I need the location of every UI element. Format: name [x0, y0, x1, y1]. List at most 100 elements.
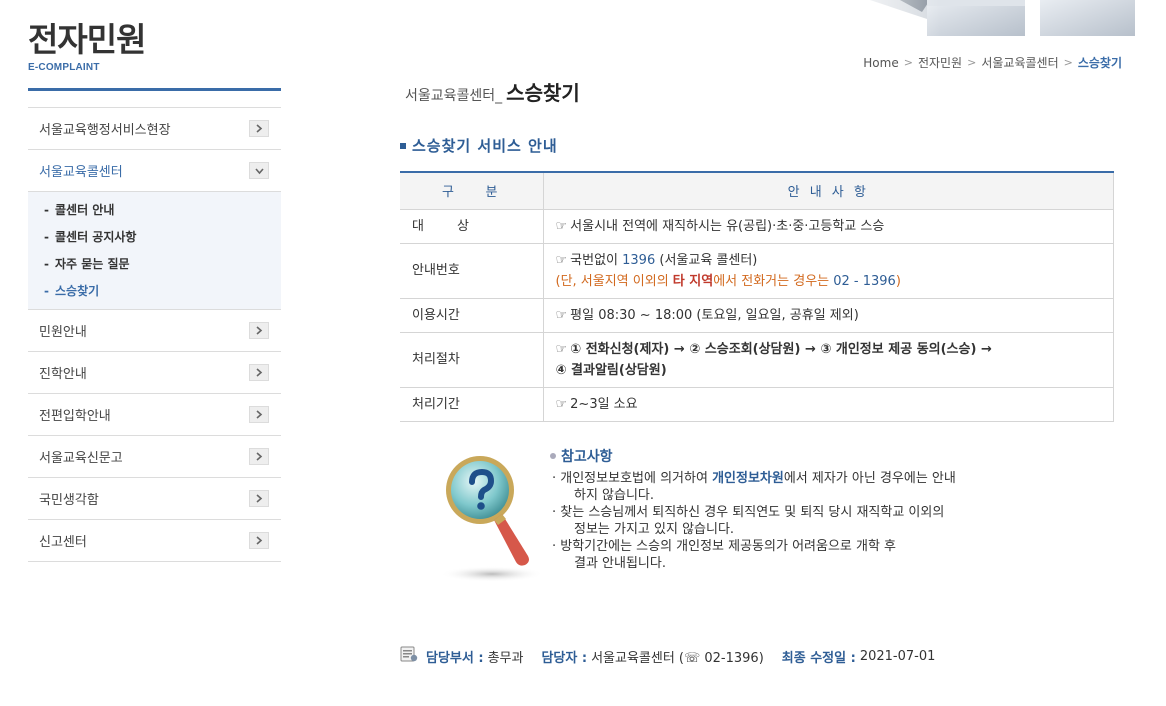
sidebar-menu: 서울교육행정서비스현장 서울교육콜센터 - 콜센터 안내 - 콜센터 공지사항 … — [28, 107, 281, 562]
reference-content: 참고사항 · 개인정보보호법에 의거하여 개인정보차원에서 제자가 아닌 경우에… — [550, 446, 1050, 572]
person-value: 서울교육콜센터 (☏ 02-1396) — [591, 650, 764, 666]
row-label-period: 처리기간 — [400, 387, 544, 422]
row-label-hours: 이용시간 — [400, 298, 544, 333]
row-text: 2~3일 소요 — [570, 396, 638, 412]
row-value: ☞ ① 전화신청(제자) → ② 스승조회(상담원) → ③ 개인정보 제공 동의… — [543, 332, 1114, 388]
table-row: 처리기간 ☞ 2~3일 소요 — [400, 387, 1114, 422]
pointing-hand-icon: ☞ — [555, 396, 568, 412]
reference-item: · 방학기간에는 스승의 개인정보 제공동의가 어려움으로 개학 후 결과 안내… — [550, 538, 1050, 572]
reference-section: 참고사항 · 개인정보보호법에 의거하여 개인정보차원에서 제자가 아닌 경우에… — [432, 440, 1072, 590]
submenu-item-faq[interactable]: - 자주 묻는 질문 — [28, 250, 281, 277]
sidebar-item-label: 전편입학안내 — [39, 409, 111, 424]
pointing-hand-icon: ☞ — [555, 218, 568, 234]
breadcrumb-separator: > — [1063, 56, 1073, 69]
reference-title-text: 참고사항 — [561, 449, 613, 465]
sidebar-item-label: 진학안내 — [39, 367, 87, 382]
person-label: 담당자 : — [541, 650, 588, 666]
chevron-right-icon — [249, 532, 269, 549]
reference-text: 결과 안내됩니다. — [574, 556, 666, 571]
phone-number: 1396 — [622, 252, 656, 268]
pointing-hand-icon: ☞ — [555, 341, 568, 357]
submenu-item-notice[interactable]: - 콜센터 공지사항 — [28, 223, 281, 250]
row-label-target: 대 상 — [400, 209, 544, 244]
chevron-right-icon — [249, 120, 269, 137]
reference-item: · 개인정보보호법에 의거하여 개인정보차원에서 제자가 아닌 경우에는 안내 … — [550, 470, 1050, 504]
submenu-item-label: 콜센터 공지사항 — [54, 230, 137, 244]
dept-value: 총무과 — [487, 650, 524, 666]
dash-marker: - — [44, 229, 49, 244]
sidebar-item-label: 서울교육콜센터 — [39, 165, 123, 180]
page-footer: 담당부서 : 총무과 담당자 : 서울교육콜센터 (☏ 02-1396) 최종 … — [400, 646, 935, 666]
breadcrumb-home[interactable]: Home — [863, 56, 898, 70]
sidebar-item-label: 민원안내 — [39, 325, 87, 340]
header-category: 구 분 — [400, 171, 544, 210]
sidebar-title: 전자민원 — [28, 20, 146, 59]
sidebar-item-label: 서울교육신문고 — [39, 451, 123, 466]
row-text: 서울시내 전역에 재직하시는 유(공립)·초·중·고등학교 스승 — [570, 218, 885, 234]
breadcrumb: Home > 전자민원 > 서울교육콜센터 > 스승찾기 — [863, 54, 1122, 71]
submenu-item-callcenter-guide[interactable]: - 콜센터 안내 — [28, 196, 281, 223]
paren-close: ) — [895, 273, 901, 289]
table-row: 처리절차 ☞ ① 전화신청(제자) → ② 스승조회(상담원) → ③ 개인정보 … — [400, 332, 1114, 388]
square-bullet-icon — [400, 142, 406, 149]
sidebar-item-report-center[interactable]: 신고센터 — [28, 520, 281, 562]
chevron-right-icon — [249, 364, 269, 381]
reference-text: 정보는 가지고 있지 않습니다. — [574, 522, 735, 537]
sidebar-subtitle: E-COMPLAINT — [28, 62, 100, 73]
dash-marker: - — [44, 202, 49, 217]
magnifier-question-icon — [432, 448, 544, 592]
phone-number-alt: 02 - 1396 — [833, 273, 896, 289]
row-text: ④ 결과알림(상담원) — [555, 362, 667, 378]
reference-text: 하지 않습니다. — [574, 488, 655, 503]
reference-text: 에서 제자가 아닌 경우에는 안내 — [783, 471, 956, 486]
breadcrumb-separator: > — [903, 56, 913, 69]
dash-marker: - — [44, 283, 49, 298]
row-value: ☞ 평일 08:30 ~ 18:00 (토요일, 일요일, 공휴일 제외) — [543, 298, 1114, 333]
sidebar-item-sinmungo[interactable]: 서울교육신문고 — [28, 436, 281, 478]
section-title-text: 스승찾기 서비스 안내 — [412, 137, 558, 155]
breadcrumb-complaint[interactable]: 전자민원 — [918, 54, 962, 71]
row-value: ☞ 국번없이 1396 (서울교육 콜센터) (단, 서울지역 이외의 타 지역에… — [543, 243, 1114, 299]
sidebar-item-public-opinion[interactable]: 국민생각함 — [28, 478, 281, 520]
updated-label: 최종 수정일 : — [781, 650, 856, 666]
sidebar-submenu: - 콜센터 안내 - 콜센터 공지사항 - 자주 묻는 질문 - 스승찾기 — [28, 192, 281, 310]
chevron-right-icon — [249, 406, 269, 423]
dept-label: 담당부서 : — [426, 650, 484, 666]
header-details: 안 내 사 항 — [543, 171, 1114, 210]
sidebar: 전자민원 E-COMPLAINT 서울교육행정서비스현장 서울교육콜센터 - 콜… — [28, 20, 281, 562]
table-row: 이용시간 ☞ 평일 08:30 ~ 18:00 (토요일, 일요일, 공휴일 제외… — [400, 298, 1114, 333]
table-row: 대 상 ☞ 서울시내 전역에 재직하시는 유(공립)·초·중·고등학교 스승 — [400, 209, 1114, 244]
sidebar-item-transfer-guide[interactable]: 전편입학안내 — [28, 394, 281, 436]
chevron-right-icon — [249, 490, 269, 507]
dash-marker: - — [44, 256, 49, 271]
reference-title: 참고사항 — [550, 446, 1050, 466]
chevron-right-icon — [249, 322, 269, 339]
breadcrumb-separator: > — [967, 56, 977, 69]
contact-card-icon — [400, 646, 418, 666]
row-note: 에서 전화거는 경우는 — [713, 273, 834, 289]
sidebar-item-callcenter[interactable]: 서울교육콜센터 — [28, 150, 281, 192]
header-decoration — [830, 0, 1160, 40]
sidebar-item-civil-guide[interactable]: 민원안내 — [28, 310, 281, 352]
row-text: ① 전화신청(제자) → ② 스승조회(상담원) → ③ 개인정보 제공 동의(… — [570, 341, 992, 357]
sidebar-item-admin-service[interactable]: 서울교육행정서비스현장 — [28, 108, 281, 150]
reference-emphasis: 개인정보차원 — [712, 471, 784, 486]
reference-item: · 찾는 스승님께서 퇴직하신 경우 퇴직연도 및 퇴직 당시 재직학교 이외의… — [550, 504, 1050, 538]
submenu-item-find-teacher[interactable]: - 스승찾기 — [28, 277, 281, 304]
row-note-emphasis: 타 지역 — [672, 273, 714, 289]
row-text: (서울교육 콜센터) — [655, 252, 758, 268]
sidebar-item-label: 서울교육행정서비스현장 — [39, 123, 171, 138]
row-value: ☞ 서울시내 전역에 재직하시는 유(공립)·초·중·고등학교 스승 — [543, 209, 1114, 244]
row-value: ☞ 2~3일 소요 — [543, 387, 1114, 422]
table-row: 안내번호 ☞ 국번없이 1396 (서울교육 콜센터) (단, 서울지역 이외의 … — [400, 243, 1114, 299]
row-label-number: 안내번호 — [400, 243, 544, 299]
submenu-item-label: 콜센터 안내 — [54, 203, 115, 217]
page-title-prefix: 서울교육콜센터_ — [405, 88, 503, 104]
reference-text: · 개인정보보호법에 의거하여 — [552, 471, 713, 486]
breadcrumb-callcenter[interactable]: 서울교육콜센터 — [981, 54, 1058, 71]
breadcrumb-current: 스승찾기 — [1077, 56, 1122, 70]
sidebar-item-admission-guide[interactable]: 진학안내 — [28, 352, 281, 394]
chevron-down-icon — [249, 162, 269, 179]
service-info-table: 구 분 안 내 사 항 대 상 ☞ 서울시내 전역에 재직하시는 유(공립)·초·… — [400, 171, 1114, 422]
row-note: 단, 서울지역 이외의 — [560, 273, 673, 289]
